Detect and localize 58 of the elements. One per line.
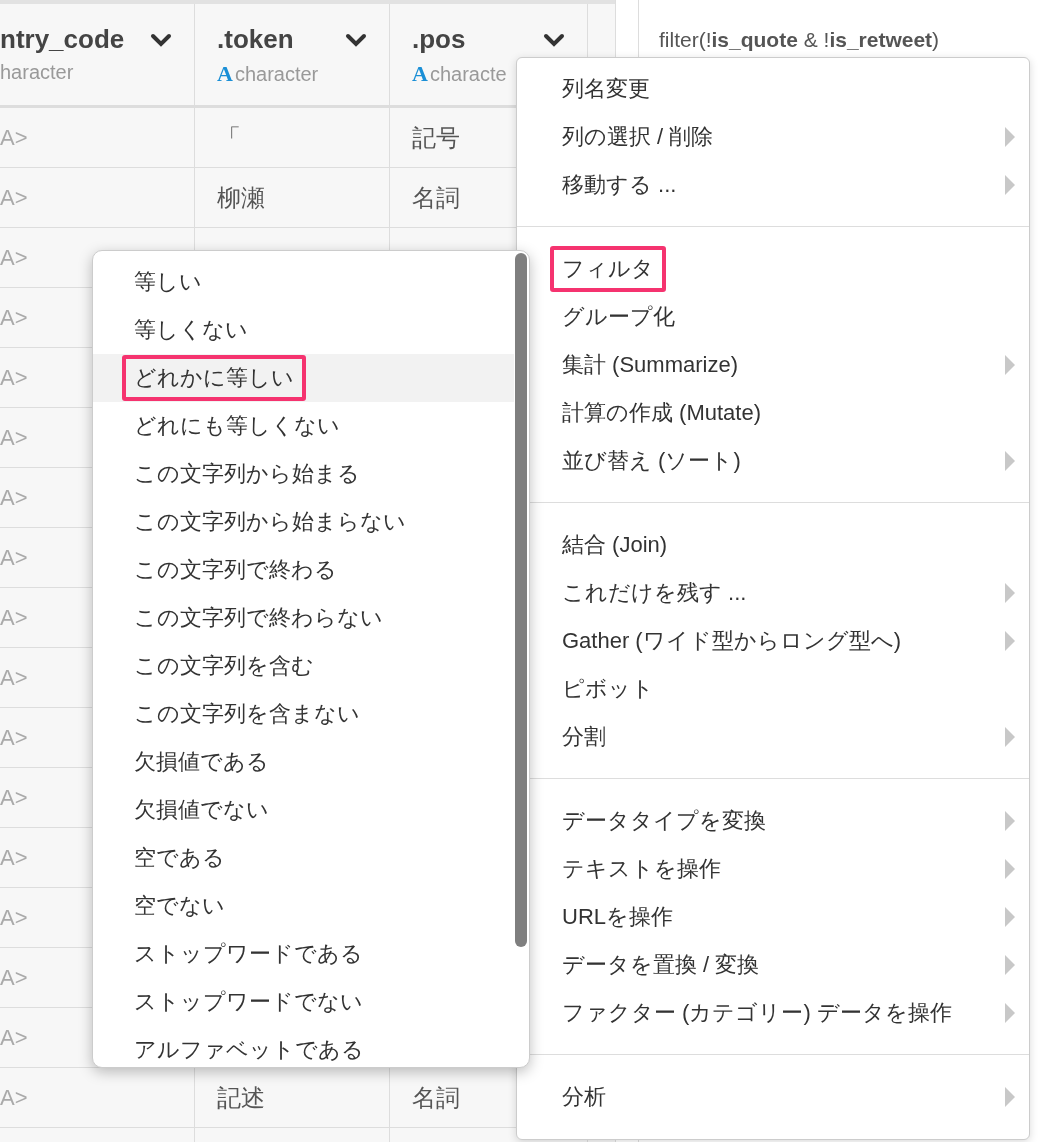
table-cell: A> [0,964,28,991]
menu-item[interactable]: 空である [93,834,514,882]
chevron-down-icon[interactable] [150,32,172,47]
table-cell: A> [0,784,28,811]
table-cell-text: 「 [217,122,241,153]
menu-item[interactable]: どれにも等しくない [93,402,514,450]
menu-item[interactable]: この文字列で終わる [93,546,514,594]
column-name: ntry_code [0,24,125,55]
column-type: haracter [0,61,74,84]
table-cell: A> [0,484,28,511]
menu-item[interactable]: この文字列から始まらない [93,498,514,546]
scrollbar-thumb[interactable] [515,253,527,947]
menu-item[interactable]: 欠損値である [93,738,514,786]
menu-item[interactable]: ストップワードでない [93,978,514,1026]
table-cell-text: 名詞 [412,1082,460,1113]
table-cell: A> [0,604,28,631]
table-cell: A> [0,424,28,451]
table-cell-text: 記述 [217,1082,265,1113]
table-cell: A> [0,1024,28,1051]
type-icon: A [217,61,233,87]
menu-item[interactable]: この文字列で終わらない [93,594,514,642]
menu-item[interactable]: この文字列を含まない [93,690,514,738]
menu-item[interactable]: 分析 [517,1073,1029,1121]
menu-item[interactable]: ストップワードである [93,930,514,978]
type-icon: A [412,61,428,87]
column-name: .token [217,24,294,55]
column-header[interactable]: .token Acharacter [195,4,390,105]
menu-item[interactable]: 等しい [93,258,514,306]
table-cell: A> [0,544,28,571]
table-cell: A> [0,844,28,871]
menu-item[interactable]: この文字列を含む [93,642,514,690]
menu-item[interactable]: 移動する ... [517,161,1029,209]
table-cell: A> [0,304,28,331]
column-header[interactable]: ntry_code haracter [0,4,195,105]
menu-item[interactable]: 欠損値でない [93,786,514,834]
table-cell: A> [0,664,28,691]
column-type: character [234,63,319,86]
table-cell-text: 柳瀬 [217,182,265,213]
column-type: characte [429,63,507,86]
table-cell: A> [0,124,28,151]
menu-item[interactable]: 等しくない [93,306,514,354]
table-cell: A> [0,904,28,931]
table-cell-text: 記号 [412,122,460,153]
table-cell: A> [0,244,28,271]
table-cell-text: 名詞 [412,182,460,213]
table-cell: A> [0,724,28,751]
menu-item[interactable]: この文字列から始まる [93,450,514,498]
menu-item[interactable]: 列の選択 / 削除 [517,113,1029,161]
table-cell: A> [0,1084,28,1111]
table-cell: A> [0,364,28,391]
menu-item[interactable]: どれかに等しい [93,354,514,402]
column-name: .pos [412,24,466,55]
filter-code: filter(!is_quote & !is_retweet) [659,28,940,51]
chevron-down-icon[interactable] [543,32,565,47]
menu-item[interactable]: 空でない [93,882,514,930]
table-cell: A> [0,184,28,211]
chevron-down-icon[interactable] [345,32,367,47]
menu-item[interactable]: アルファベットである [93,1026,514,1067]
